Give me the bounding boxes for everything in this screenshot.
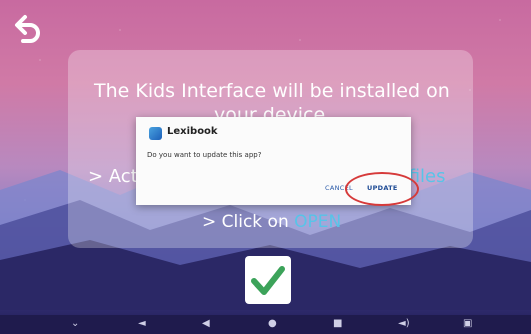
confirm-button[interactable] (245, 256, 291, 304)
back-arrow-button[interactable] (14, 14, 42, 46)
cancel-button[interactable]: CANCEL (325, 184, 353, 192)
home-circle-icon[interactable]: ● (268, 318, 277, 330)
checkmark-icon (251, 266, 285, 295)
update-app-dialog: Lexibook Do you want to update this app?… (136, 117, 411, 205)
dialog-message: Do you want to update this app? (147, 151, 262, 159)
instruction-click-open: > Click on OPEN (202, 212, 341, 232)
update-button[interactable]: UPDATE (367, 184, 398, 192)
dialog-title: Lexibook (167, 126, 218, 137)
volume-up-icon[interactable]: ◄) (398, 318, 410, 330)
click-on-label: > Click on (202, 212, 295, 232)
chevron-down-icon[interactable]: ⌄ (71, 318, 79, 330)
back-triangle-icon[interactable]: ◀ (202, 318, 210, 330)
install-heading: The Kids Interface will be installed on (94, 80, 450, 102)
system-navigation-bar: ⌄ ◄ ◀ ● ■ ◄) ▣ (0, 315, 531, 334)
open-link[interactable]: OPEN (294, 212, 341, 232)
volume-down-icon[interactable]: ◄ (138, 318, 146, 330)
back-arrow-icon (15, 15, 40, 43)
lexibook-app-icon (149, 127, 162, 140)
rotate-screen-icon[interactable]: ▣ (463, 318, 472, 330)
instruction-activate-prefix: > Act (88, 166, 138, 187)
recents-square-icon[interactable]: ■ (333, 318, 342, 330)
